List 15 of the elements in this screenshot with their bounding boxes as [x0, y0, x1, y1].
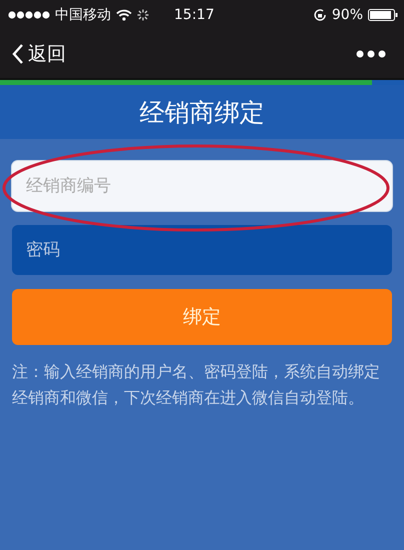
chevron-left-icon [12, 43, 24, 65]
battery-percent: 90% [332, 7, 363, 23]
dealer-number-field[interactable]: 经销商编号 [12, 161, 392, 211]
note-text: 注：输入经销商的用户名、密码登陆，系统自动绑定经销商和微信，下次经销商在进入微信自动登陆。 [12, 361, 381, 409]
signal-icon [8, 11, 50, 19]
page-title: 经销商绑定 [140, 96, 264, 128]
spinner-icon [137, 9, 149, 21]
more-icon[interactable] [356, 50, 386, 58]
rotation-lock-icon [312, 8, 327, 22]
clock-time: 15:17 [174, 7, 214, 23]
back-button[interactable]: 返回 [12, 41, 66, 67]
carrier-name: 中国移动 [55, 6, 111, 24]
wifi-icon [116, 9, 132, 21]
password-field[interactable]: 密码 [12, 225, 392, 275]
battery-icon [368, 9, 398, 21]
